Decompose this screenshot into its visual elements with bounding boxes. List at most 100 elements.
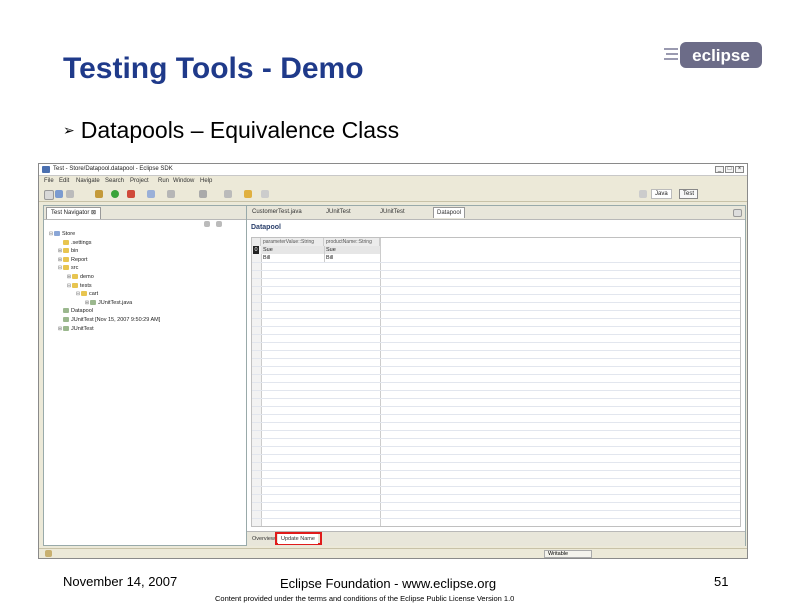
grid-line (252, 294, 740, 295)
open-type-icon[interactable] (167, 190, 175, 198)
grid-line (252, 366, 740, 367)
grid-line (252, 382, 740, 383)
bullet-point: ➢ Datapools – Equivalence Class (63, 117, 399, 144)
grid-line (252, 406, 740, 407)
folder-icon (63, 248, 69, 254)
status-writable: Writable (544, 550, 592, 558)
collapse-all-icon[interactable] (204, 221, 210, 227)
tab-junittest-1[interactable]: JUnitTest (323, 207, 354, 218)
folder-icon (63, 256, 69, 262)
footer-foundation: Eclipse Foundation - www.eclipse.org (280, 576, 497, 591)
main-toolbar: Java Test (39, 187, 747, 202)
menu-navigate[interactable]: Navigate (76, 178, 100, 184)
grid-line (252, 470, 740, 471)
footer-date: November 14, 2007 (63, 574, 178, 589)
navigator-toolbar (44, 220, 278, 229)
menubar: File Edit Navigate Search Project Run Wi… (39, 176, 747, 186)
datapool-heading: Datapool (251, 224, 281, 231)
tree-item[interactable]: ⊟ cart (48, 290, 276, 299)
menu-edit[interactable]: Edit (59, 178, 69, 184)
grid-line (252, 374, 740, 375)
file-icon (63, 325, 69, 331)
menu-search[interactable]: Search (105, 178, 124, 184)
debug-icon[interactable] (95, 190, 103, 198)
grid-line (252, 486, 740, 487)
grid-line (252, 302, 740, 303)
next-annotation-icon[interactable] (224, 190, 232, 198)
file-icon (90, 299, 96, 305)
tree-item-label: JUnitTest [Nov 15, 2007 9:50:29 AM] (71, 316, 161, 323)
menu-project[interactable]: Project (130, 178, 149, 184)
grid-line (252, 422, 740, 423)
perspective-test[interactable]: Test (679, 189, 699, 199)
tree-item[interactable]: ⊞ JUnitTest.java (48, 299, 276, 308)
save-icon[interactable] (55, 190, 63, 198)
tree-item[interactable]: ⊟ Store (48, 230, 276, 239)
tree-item[interactable]: Datapool (48, 307, 276, 316)
grid-line (252, 430, 740, 431)
tree-item[interactable]: ⊞ JUnitTest (48, 325, 276, 334)
tree-item[interactable]: JUnitTest [Nov 15, 2007 9:50:29 AM] (48, 316, 276, 325)
menu-run[interactable]: Run (158, 178, 169, 184)
grid-line (252, 358, 740, 359)
footer-license: Content provided under the terms and con… (215, 594, 515, 603)
tab-datapool[interactable]: Datapool (433, 207, 466, 218)
new-class-icon[interactable] (147, 190, 155, 198)
file-icon (63, 308, 69, 314)
bullet-arrow-icon: ➢ (63, 122, 75, 138)
tree-item-label: cart (89, 291, 99, 298)
grid-line (252, 462, 740, 463)
tree-item-label: Datapool (71, 308, 94, 315)
grid-line (252, 286, 740, 287)
maximize-editor-icon[interactable] (733, 209, 742, 217)
tab-junittest-2[interactable]: JUnitTest (377, 207, 408, 218)
grid-line (252, 390, 740, 391)
menu-help[interactable]: Help (200, 178, 212, 184)
slide-title: Testing Tools - Demo (63, 52, 364, 85)
close-button[interactable]: × (735, 166, 744, 173)
project-icon (54, 231, 60, 237)
navigator-tree: ⊟ Store .settings ⊞ bin ⊞ Report ⊟ src ⊞ demo ⊟ test… (48, 230, 276, 333)
tree-item-label: .settings (71, 239, 92, 246)
bullet-text: Datapools – Equivalence Class (80, 117, 400, 143)
minimize-button[interactable]: _ (715, 166, 724, 173)
tab-customertest-java[interactable]: CustomerTest.java (249, 207, 305, 218)
test-navigator-panel: Test Navigator ⊠ ⊟ Store .settings ⊞ bin ⊞ Rep… (43, 205, 279, 546)
link-editor-icon[interactable] (216, 221, 222, 227)
folder-icon (72, 274, 78, 280)
grid-line (252, 270, 740, 271)
open-perspective-icon[interactable] (639, 190, 647, 198)
grid-line (252, 510, 740, 511)
tab-overview[interactable]: Overview (249, 534, 278, 544)
new-icon[interactable] (44, 190, 54, 200)
datapool-editor: CustomerTest.java JUnitTest JUnitTest Da… (246, 205, 746, 546)
tree-item-label: bin (71, 248, 79, 255)
search-icon[interactable] (199, 190, 207, 198)
eclipse-window-screenshot: Test - Store/Datapool.datapool - Eclipse… (38, 163, 748, 559)
tree-item[interactable]: .settings (48, 239, 276, 248)
tree-item-label: src (71, 265, 79, 272)
maximize-button[interactable]: □ (725, 166, 734, 173)
window-titlebar: Test - Store/Datapool.datapool - Eclipse… (39, 164, 747, 176)
page-number: 51 (714, 574, 729, 589)
perspective-java[interactable]: Java (651, 189, 672, 199)
tree-item[interactable]: ⊞ Report (48, 256, 276, 265)
grid-line (252, 478, 740, 479)
tree-item[interactable]: ⊞ demo (48, 273, 276, 282)
menu-file[interactable]: File (44, 178, 54, 184)
print-icon[interactable] (66, 190, 74, 198)
tree-item[interactable]: ⊟ src (48, 264, 276, 273)
back-icon[interactable] (244, 190, 252, 198)
logo-wordmark: eclipse (692, 46, 750, 65)
external-tools-icon[interactable] (127, 190, 135, 198)
run-icon[interactable] (111, 190, 119, 198)
tree-item[interactable]: ⊟ tests (48, 282, 276, 291)
fast-view-icon[interactable] (45, 550, 52, 557)
tab-test-navigator[interactable]: Test Navigator ⊠ (46, 207, 102, 219)
forward-icon[interactable] (261, 190, 269, 198)
menu-window[interactable]: Window (173, 178, 194, 184)
tree-item[interactable]: ⊞ bin (48, 247, 276, 256)
tab-update-name[interactable]: Update Name (278, 534, 318, 544)
grid-line (252, 310, 740, 311)
editor-tabbar: CustomerTest.java JUnitTest JUnitTest Da… (247, 206, 745, 220)
